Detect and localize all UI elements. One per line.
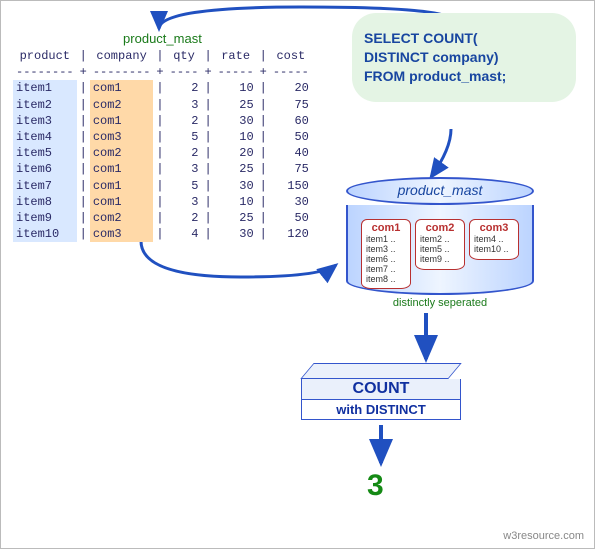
table-row: item2|com2|3|25|75 [13,97,312,113]
result-value: 3 [367,469,384,503]
table-row: item8|com1|3|10|30 [13,194,312,210]
cylinder-db: product_mast com1item1 ..item3 ..item6 .… [346,177,534,309]
count-title: COUNT [301,379,461,399]
col-company: company [90,48,154,64]
col-qty: qty [167,48,202,64]
cylinder-body: com1item1 ..item3 ..item6 ..item7 ..item… [346,205,534,295]
table-row: item6|com1|3|25|75 [13,161,312,177]
col-rate: rate [215,48,257,64]
sql-line: DISTINCT company) [364,48,564,67]
table-row: item7|com1|5|30|150 [13,178,312,194]
cylinder-title: product_mast [346,177,534,205]
table-row: item10|com3|4|30|120 [13,226,312,242]
table-row: item4|com3|5|10|50 [13,129,312,145]
source-table: product_mast product| company| qty| rate… [13,31,312,242]
group-com1: com1item1 ..item3 ..item6 ..item7 ..item… [361,219,411,289]
table-row: item9|com2|2|25|50 [13,210,312,226]
count-box: COUNT with DISTINCT [301,363,461,420]
group-com2: com2item2 ..item5 ..item9 .. [415,219,465,270]
attribution: w3resource.com [503,530,584,542]
col-cost: cost [270,48,312,64]
sql-query-box: SELECT COUNT( DISTINCT company) FROM pro… [352,13,576,102]
col-product: product [13,48,77,64]
sql-line: SELECT COUNT( [364,29,564,48]
table-row: item1|com1|2|10|20 [13,80,312,96]
product-table: product| company| qty| rate| cost ------… [13,48,312,242]
sql-line: FROM product_mast; [364,67,564,86]
table-row: item5|com2|2|20|40 [13,145,312,161]
table-row: item3|com1|2|30|60 [13,113,312,129]
table-title: product_mast [13,31,312,46]
cylinder-caption: distinctly seperated [346,297,534,309]
group-com3: com3item4 ..item10 .. [469,219,519,260]
count-sub: with DISTINCT [301,399,461,420]
